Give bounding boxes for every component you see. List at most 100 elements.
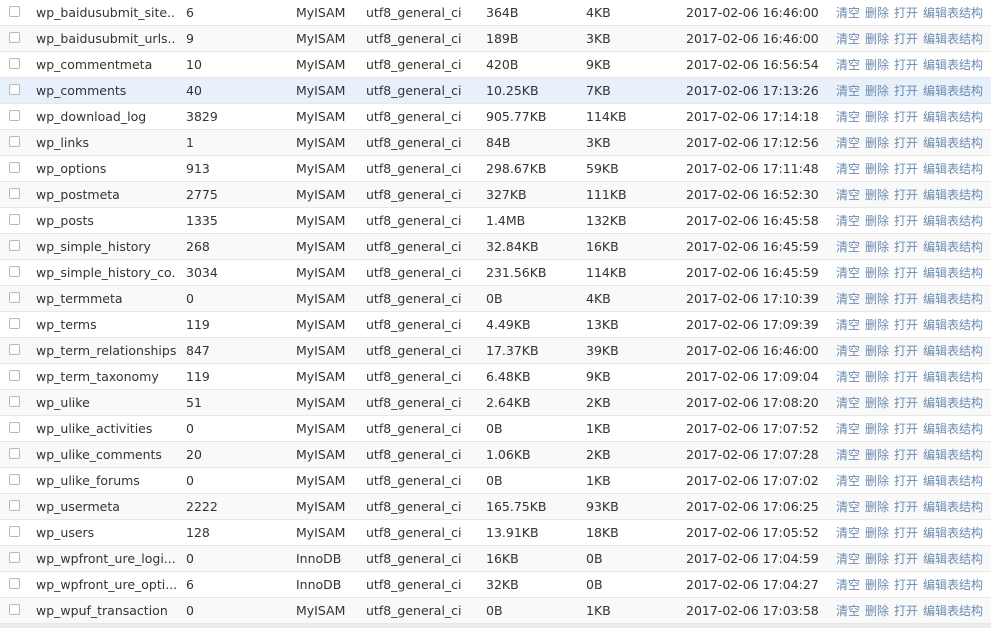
table-row[interactable]: wp_users 128 MyISAM utf8_general_ci 13.91KB 1… xyxy=(0,520,991,546)
clear-table-link[interactable]: 清空 xyxy=(836,58,860,72)
open-table-link[interactable]: 打开 xyxy=(894,6,918,20)
table-row[interactable]: wp_ulike 51 MyISAM utf8_general_ci 2.64KB 2KB… xyxy=(0,390,991,416)
row-checkbox[interactable] xyxy=(9,84,20,95)
edit-structure-link[interactable]: 编辑表结构 xyxy=(923,318,983,332)
edit-structure-link[interactable]: 编辑表结构 xyxy=(923,110,983,124)
edit-structure-link[interactable]: 编辑表结构 xyxy=(923,32,983,46)
delete-table-link[interactable]: 删除 xyxy=(865,448,889,462)
open-table-link[interactable]: 打开 xyxy=(894,214,918,228)
row-checkbox[interactable] xyxy=(9,266,20,277)
clear-table-link[interactable]: 清空 xyxy=(836,578,860,592)
row-checkbox[interactable] xyxy=(9,292,20,303)
clear-table-link[interactable]: 清空 xyxy=(836,214,860,228)
table-row[interactable]: wp_links 1 MyISAM utf8_general_ci 84B 3KB 2017… xyxy=(0,130,991,156)
edit-structure-link[interactable]: 编辑表结构 xyxy=(923,240,983,254)
open-table-link[interactable]: 打开 xyxy=(894,318,918,332)
table-row[interactable]: wp_ulike_activities 0 MyISAM utf8_general_c… xyxy=(0,416,991,442)
edit-structure-link[interactable]: 编辑表结构 xyxy=(923,58,983,72)
edit-structure-link[interactable]: 编辑表结构 xyxy=(923,422,983,436)
row-checkbox[interactable] xyxy=(9,110,20,121)
open-table-link[interactable]: 打开 xyxy=(894,240,918,254)
delete-table-link[interactable]: 删除 xyxy=(865,552,889,566)
delete-table-link[interactable]: 删除 xyxy=(865,58,889,72)
delete-table-link[interactable]: 删除 xyxy=(865,318,889,332)
edit-structure-link[interactable]: 编辑表结构 xyxy=(923,448,983,462)
edit-structure-link[interactable]: 编辑表结构 xyxy=(923,552,983,566)
delete-table-link[interactable]: 删除 xyxy=(865,370,889,384)
table-row[interactable]: wp_wpfront_ure_opti... 6 InnoDB utf8_genera… xyxy=(0,572,991,598)
table-row[interactable]: wp_baidusubmit_site... 6 MyISAM utf8_genera… xyxy=(0,0,991,26)
edit-structure-link[interactable]: 编辑表结构 xyxy=(923,474,983,488)
row-checkbox[interactable] xyxy=(9,188,20,199)
edit-structure-link[interactable]: 编辑表结构 xyxy=(923,292,983,306)
row-checkbox[interactable] xyxy=(9,240,20,251)
clear-table-link[interactable]: 清空 xyxy=(836,318,860,332)
clear-table-link[interactable]: 清空 xyxy=(836,6,860,20)
edit-structure-link[interactable]: 编辑表结构 xyxy=(923,604,983,618)
edit-structure-link[interactable]: 编辑表结构 xyxy=(923,214,983,228)
edit-structure-link[interactable]: 编辑表结构 xyxy=(923,396,983,410)
row-checkbox[interactable] xyxy=(9,578,20,589)
open-table-link[interactable]: 打开 xyxy=(894,110,918,124)
table-row[interactable]: wp_simple_history_co... 3034 MyISAM utf8_ge… xyxy=(0,260,991,286)
delete-table-link[interactable]: 删除 xyxy=(865,162,889,176)
clear-table-link[interactable]: 清空 xyxy=(836,526,860,540)
edit-structure-link[interactable]: 编辑表结构 xyxy=(923,266,983,280)
edit-structure-link[interactable]: 编辑表结构 xyxy=(923,370,983,384)
clear-table-link[interactable]: 清空 xyxy=(836,422,860,436)
clear-table-link[interactable]: 清空 xyxy=(836,292,860,306)
clear-table-link[interactable]: 清空 xyxy=(836,448,860,462)
table-row[interactable]: wp_termmeta 0 MyISAM utf8_general_ci 0B 4KB 20… xyxy=(0,286,991,312)
open-table-link[interactable]: 打开 xyxy=(894,604,918,618)
table-row[interactable]: wp_ulike_forums 0 MyISAM utf8_general_ci 0B 1… xyxy=(0,468,991,494)
clear-table-link[interactable]: 清空 xyxy=(836,266,860,280)
table-row[interactable]: wp_baidusubmit_urls... 9 MyISAM utf8_genera… xyxy=(0,26,991,52)
delete-table-link[interactable]: 删除 xyxy=(865,136,889,150)
open-table-link[interactable]: 打开 xyxy=(894,500,918,514)
row-checkbox[interactable] xyxy=(9,318,20,329)
delete-table-link[interactable]: 删除 xyxy=(865,604,889,618)
row-checkbox[interactable] xyxy=(9,58,20,69)
open-table-link[interactable]: 打开 xyxy=(894,32,918,46)
clear-table-link[interactable]: 清空 xyxy=(836,604,860,618)
clear-table-link[interactable]: 清空 xyxy=(836,110,860,124)
row-checkbox[interactable] xyxy=(9,396,20,407)
clear-table-link[interactable]: 清空 xyxy=(836,32,860,46)
row-checkbox[interactable] xyxy=(9,474,20,485)
open-table-link[interactable]: 打开 xyxy=(894,474,918,488)
table-row[interactable]: wp_wpuf_transaction 0 MyISAM utf8_general_c… xyxy=(0,598,991,624)
row-checkbox[interactable] xyxy=(9,136,20,147)
delete-table-link[interactable]: 删除 xyxy=(865,110,889,124)
clear-table-link[interactable]: 清空 xyxy=(836,162,860,176)
edit-structure-link[interactable]: 编辑表结构 xyxy=(923,84,983,98)
edit-structure-link[interactable]: 编辑表结构 xyxy=(923,188,983,202)
row-checkbox[interactable] xyxy=(9,448,20,459)
open-table-link[interactable]: 打开 xyxy=(894,84,918,98)
clear-table-link[interactable]: 清空 xyxy=(836,136,860,150)
delete-table-link[interactable]: 删除 xyxy=(865,526,889,540)
clear-table-link[interactable]: 清空 xyxy=(836,396,860,410)
delete-table-link[interactable]: 删除 xyxy=(865,474,889,488)
row-checkbox[interactable] xyxy=(9,214,20,225)
table-row[interactable]: wp_terms 119 MyISAM utf8_general_ci 4.49KB 13… xyxy=(0,312,991,338)
delete-table-link[interactable]: 删除 xyxy=(865,292,889,306)
table-row[interactable]: wp_posts 1335 MyISAM utf8_general_ci 1.4MB 13… xyxy=(0,208,991,234)
table-row[interactable]: wp_options 913 MyISAM utf8_general_ci 298.67… xyxy=(0,156,991,182)
row-checkbox[interactable] xyxy=(9,500,20,511)
clear-table-link[interactable]: 清空 xyxy=(836,552,860,566)
table-row[interactable]: wp_comments 40 MyISAM utf8_general_ci 10.25K… xyxy=(0,78,991,104)
delete-table-link[interactable]: 删除 xyxy=(865,188,889,202)
delete-table-link[interactable]: 删除 xyxy=(865,6,889,20)
open-table-link[interactable]: 打开 xyxy=(894,578,918,592)
row-checkbox[interactable] xyxy=(9,344,20,355)
table-row[interactable]: wp_term_relationships 847 MyISAM utf8_gener… xyxy=(0,338,991,364)
delete-table-link[interactable]: 删除 xyxy=(865,240,889,254)
open-table-link[interactable]: 打开 xyxy=(894,292,918,306)
clear-table-link[interactable]: 清空 xyxy=(836,474,860,488)
open-table-link[interactable]: 打开 xyxy=(894,266,918,280)
delete-table-link[interactable]: 删除 xyxy=(865,214,889,228)
edit-structure-link[interactable]: 编辑表结构 xyxy=(923,162,983,176)
open-table-link[interactable]: 打开 xyxy=(894,552,918,566)
delete-table-link[interactable]: 删除 xyxy=(865,344,889,358)
row-checkbox[interactable] xyxy=(9,552,20,563)
